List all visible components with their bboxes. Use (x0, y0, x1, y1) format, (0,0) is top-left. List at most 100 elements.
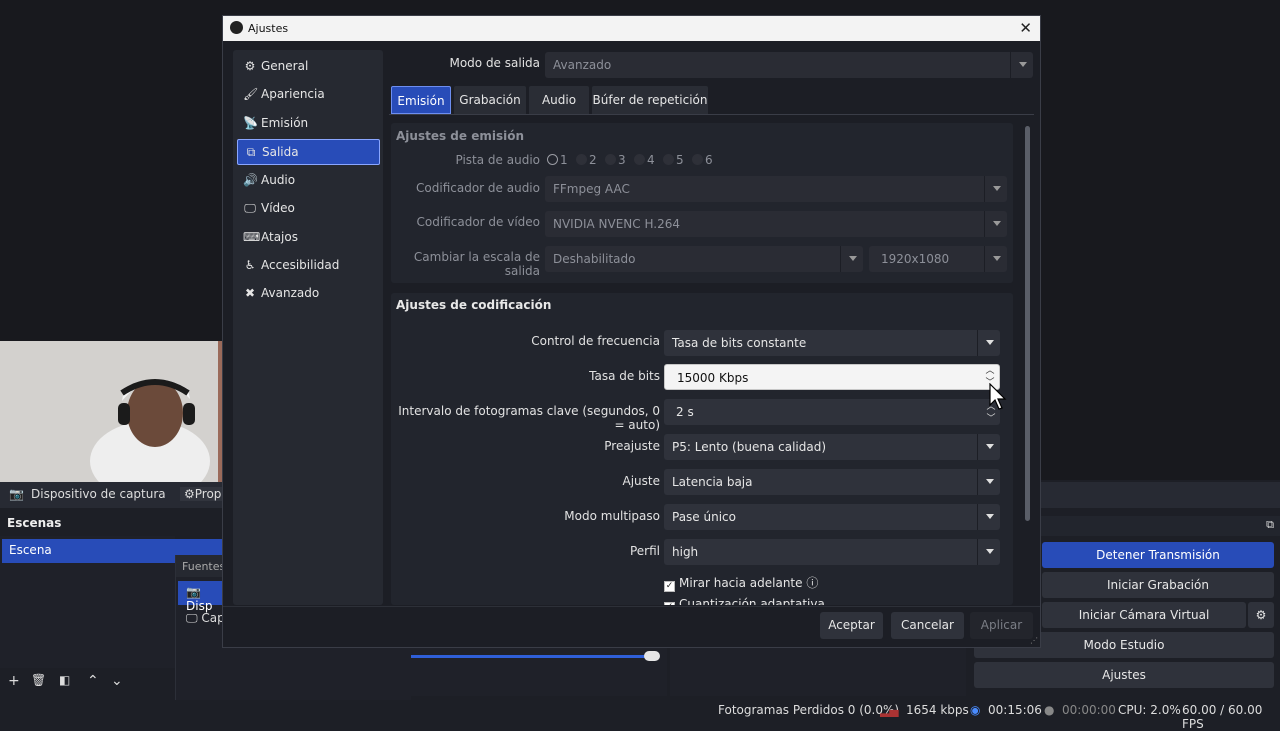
rescale-value: Deshabilitado (553, 252, 636, 266)
bitrate-label: Tasa de bits (589, 369, 660, 383)
tab-divider (389, 114, 1034, 115)
nav-label: Salida (262, 145, 299, 159)
footer-divider (223, 606, 1040, 607)
audio-track-2[interactable]: 2 (576, 153, 597, 167)
preset-select[interactable]: P5: Lento (buena calidad) (664, 434, 1000, 460)
keyboard-icon: ⌨ (243, 230, 261, 244)
checkbox-checked-icon: ✓ (664, 581, 675, 592)
nav-label: Apariencia (261, 87, 325, 101)
nav-item-atajos[interactable]: ⌨ Atajos (237, 225, 380, 251)
resolution-select[interactable]: 1920x1080 (869, 246, 1007, 272)
nav-item-apariencia[interactable]: 🖌 Apariencia (237, 82, 380, 108)
dropped-frames: Fotogramas Perdidos 0 (0.0%) (718, 703, 900, 717)
tab-emision[interactable]: Emisión (391, 86, 451, 114)
help-icon[interactable]: ⓘ (806, 576, 818, 590)
rate-control-select[interactable]: Tasa de bits constante (664, 330, 1000, 356)
tab-audio[interactable]: Audio (529, 86, 589, 114)
person-image (0, 341, 259, 487)
trash-icon[interactable]: 🗑 (31, 673, 46, 687)
start-virtual-camera-button[interactable]: Iniciar Cámara Virtual (1042, 602, 1246, 628)
stream-time: 00:15:06 (988, 703, 1042, 717)
audio-track-6[interactable]: 6 (692, 153, 713, 167)
chevron-down-icon (993, 256, 1001, 261)
nav-item-audio[interactable]: 🔊 Audio (237, 168, 380, 194)
nav-item-general[interactable]: ⚙ General (237, 54, 380, 80)
spin-up-icon[interactable]: ︿ (983, 365, 997, 377)
output-mode-select[interactable]: Avanzado (545, 52, 1033, 78)
scenes-title: Escenas (7, 516, 62, 530)
resolution-value: 1920x1080 (881, 252, 950, 266)
accept-button[interactable]: Aceptar (820, 612, 883, 639)
stream-icon: ◉ (970, 703, 981, 717)
filter-icon[interactable]: ◧ (59, 673, 70, 687)
broadcast-icon: 📡 (243, 116, 258, 130)
nav-item-accesibilidad[interactable]: ♿ Accesibilidad (237, 253, 380, 279)
audio-track-4[interactable]: 4 (634, 153, 655, 167)
resize-grip-icon[interactable]: ⋰ (1030, 636, 1038, 645)
nav-item-video[interactable]: 🖵 Vídeo (237, 196, 380, 222)
multipass-select[interactable]: Pase único (664, 504, 1000, 530)
adaptive-quantization-checkbox[interactable]: ✓ Cuantización adaptativa (664, 597, 825, 605)
cpu-usage: CPU: 2.0% (1118, 703, 1181, 717)
audio-track-3[interactable]: 3 (605, 153, 626, 167)
radio-icon (663, 154, 674, 165)
tab-grabacion[interactable]: Grabación (454, 86, 526, 114)
speaker-icon: 🔊 (243, 173, 258, 187)
obs-logo-icon (230, 21, 243, 34)
rate-control-label: Control de frecuencia (531, 334, 660, 348)
radio-label: 5 (676, 153, 684, 167)
radio-icon (605, 154, 616, 165)
apply-button[interactable]: Aplicar (970, 612, 1033, 639)
settings-button[interactable]: Ajustes (974, 662, 1274, 688)
video-encoder-value: NVIDIA NVENC H.264 (553, 217, 680, 231)
checkbox-checked-icon: ✓ (664, 602, 675, 605)
combo-separator (977, 469, 978, 495)
output-mode-label: Modo de salida (449, 56, 540, 70)
nav-label: General (261, 59, 309, 73)
radio-icon (692, 154, 703, 165)
audio-encoder-label: Codificador de audio (416, 181, 540, 195)
radio-label: 1 (560, 153, 568, 167)
webcam-preview (0, 341, 259, 487)
volume-handle[interactable] (644, 651, 660, 661)
gear-icon: ⚙ (244, 59, 256, 73)
chevron-down-icon (986, 340, 994, 345)
profile-select[interactable]: high (664, 539, 1000, 565)
nav-item-avanzado[interactable]: ✖ Avanzado (237, 281, 380, 307)
lookahead-checkbox[interactable]: ✓ Mirar hacia adelante ⓘ (664, 574, 818, 592)
bitrate-input[interactable]: 15000 Kbps ︿ ﹀ (664, 364, 1000, 390)
add-icon[interactable]: + (8, 673, 20, 689)
properties-button[interactable]: ⚙Prop (180, 487, 226, 501)
volume-slider[interactable] (411, 655, 656, 658)
stop-stream-button[interactable]: Detener Transmisión (1042, 542, 1274, 568)
rescale-select[interactable]: Deshabilitado (545, 246, 863, 272)
keyframe-interval-input[interactable]: 2 s ︿ ﹀ (664, 399, 1000, 425)
audio-encoder-select[interactable]: FFmpeg AAC (545, 176, 1007, 202)
audio-track-5[interactable]: 5 (663, 153, 684, 167)
dialog-title: Ajustes (248, 22, 289, 35)
radio-label: 3 (618, 153, 626, 167)
video-encoder-select[interactable]: NVIDIA NVENC H.264 (545, 211, 1007, 237)
virtual-camera-settings-icon[interactable]: ⚙ (1248, 602, 1274, 628)
nav-item-salida[interactable]: ⧉ Salida (237, 139, 380, 165)
tab-replay-buffer[interactable]: Búfer de repetición (592, 86, 708, 114)
tuning-select[interactable]: Latencia baja (664, 469, 1000, 495)
close-icon[interactable]: ✕ (1019, 19, 1032, 37)
camera-icon: 📷 (9, 487, 24, 501)
status-bar: Fotogramas Perdidos 0 (0.0%) ▂▄ 1654 kbp… (0, 700, 1280, 731)
profile-label: Perfil (629, 544, 660, 558)
mixer-panel (411, 648, 667, 696)
audio-track-1[interactable]: 1 (547, 153, 568, 167)
bitrate-graph-icon: ▂▄ (880, 703, 899, 717)
spin-down-icon[interactable]: ﹀ (984, 413, 998, 425)
chevron-down-icon (849, 256, 857, 261)
down-icon[interactable]: ⌄ (111, 673, 123, 689)
combo-separator (977, 330, 978, 356)
nav-item-emision[interactable]: 📡 Emisión (237, 111, 380, 137)
content-scrollbar[interactable] (1025, 126, 1030, 521)
up-icon[interactable]: ⌃ (87, 673, 99, 689)
dock-float-icon[interactable]: ⧉ (1266, 518, 1274, 532)
start-recording-button[interactable]: Iniciar Grabación (1042, 572, 1274, 598)
chevron-down-icon (986, 444, 994, 449)
cancel-button[interactable]: Cancelar (891, 612, 964, 639)
